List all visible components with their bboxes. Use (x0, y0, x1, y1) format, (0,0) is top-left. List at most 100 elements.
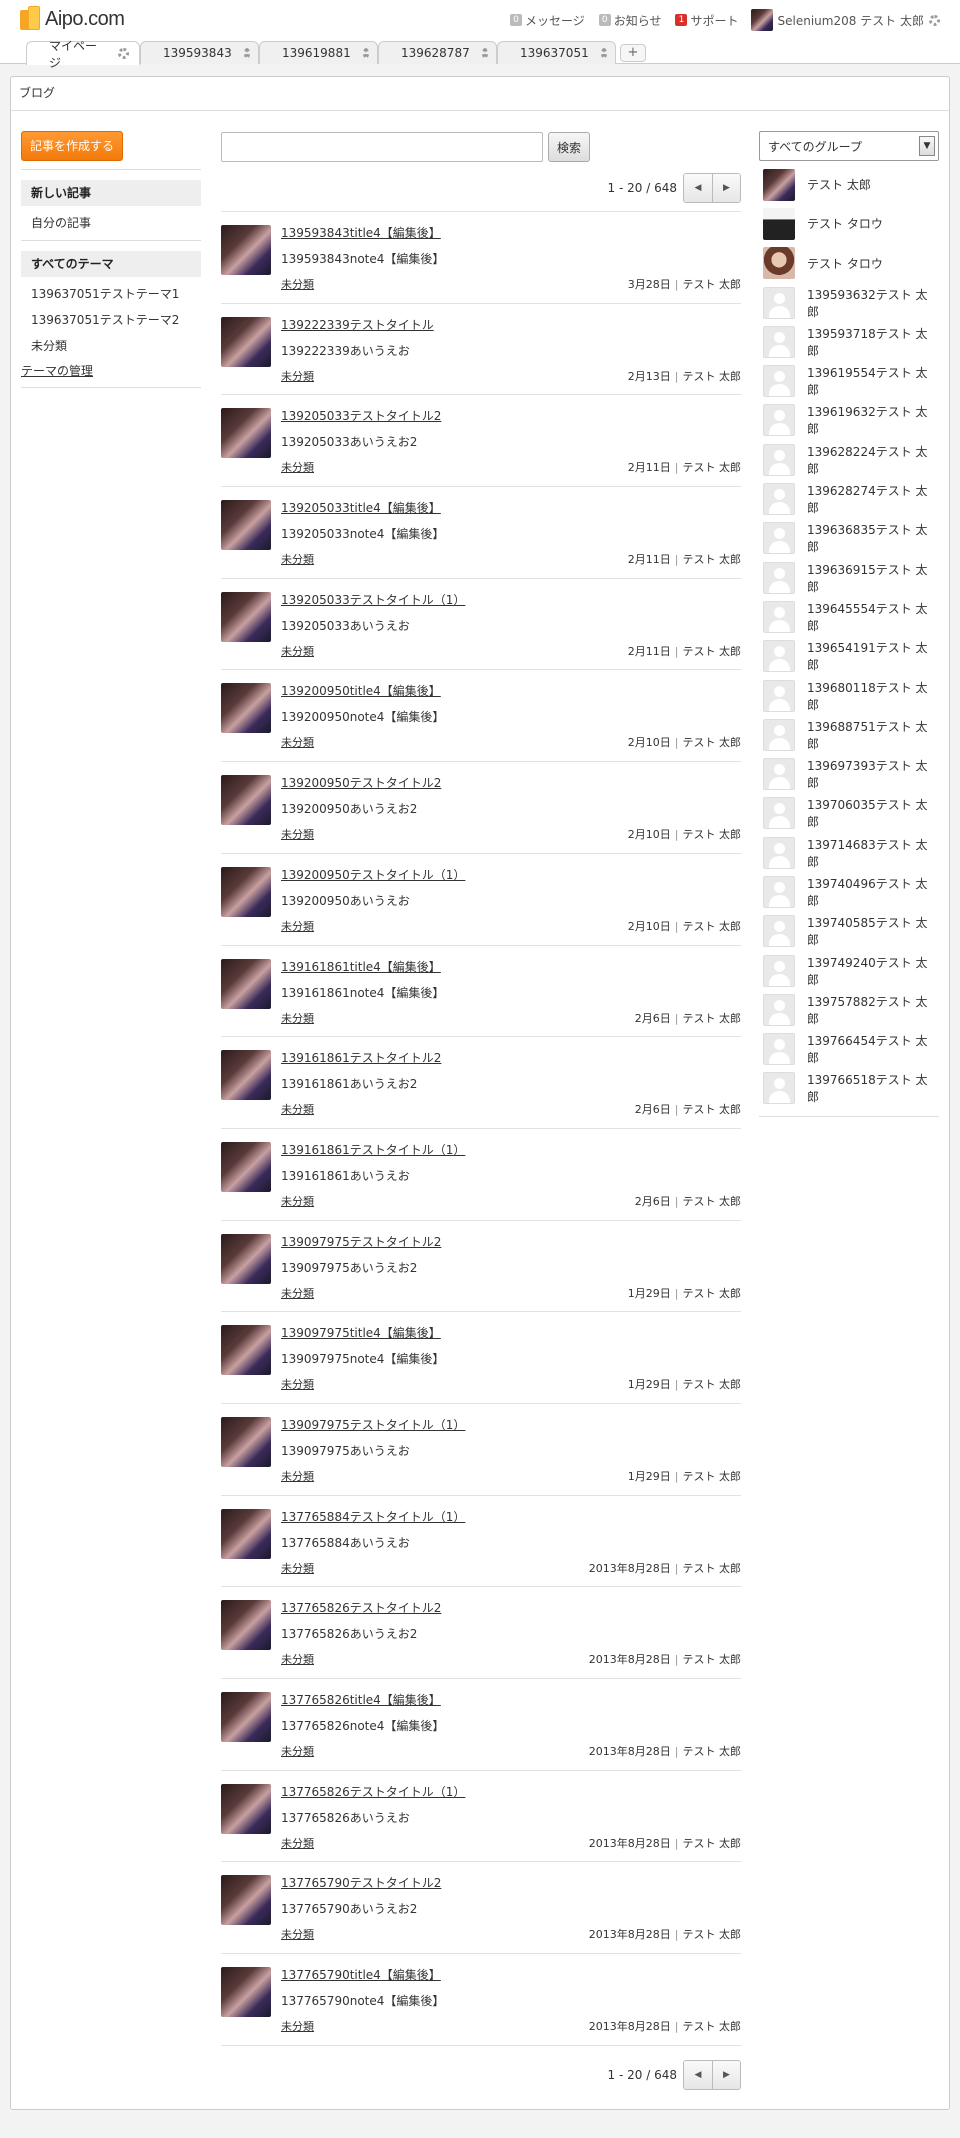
tab-gear-icon[interactable] (600, 47, 607, 59)
post-theme-link[interactable]: 未分類 (281, 1468, 314, 1484)
member-item[interactable]: 139740496テスト 太郎 (759, 872, 939, 911)
member-item[interactable]: 139628274テスト 太郎 (759, 479, 939, 518)
post-theme-link[interactable]: 未分類 (281, 551, 314, 567)
post-theme-link[interactable]: 未分類 (281, 1926, 314, 1942)
member-item[interactable]: テスト タロウ (759, 204, 939, 243)
post-title-link[interactable]: 137765826テストタイトル（1） (281, 1783, 465, 1800)
post-author-avatar[interactable] (221, 1692, 271, 1742)
tab-gear-icon[interactable] (118, 48, 129, 59)
member-item[interactable]: 139645554テスト 太郎 (759, 597, 939, 636)
member-item[interactable]: 139740585テスト 太郎 (759, 912, 939, 951)
group-select[interactable]: すべてのグループ ▼ (759, 131, 939, 161)
post-theme-link[interactable]: 未分類 (281, 1285, 314, 1301)
post-theme-link[interactable]: 未分類 (281, 826, 314, 842)
member-item[interactable]: 139680118テスト 太郎 (759, 676, 939, 715)
notices-link[interactable]: 0 お知らせ (598, 12, 661, 29)
manage-themes-link[interactable]: テーマの管理 (21, 359, 201, 383)
post-author-avatar[interactable] (221, 316, 271, 367)
post-title-link[interactable]: 139161861title4【編集後】 (281, 958, 441, 975)
post-author-avatar[interactable] (221, 1875, 271, 1926)
prev-page-button[interactable]: ◀ (684, 174, 712, 202)
post-title-link[interactable]: 137765790テストタイトル2 (281, 1874, 441, 1891)
prev-page-button[interactable]: ◀ (684, 2060, 712, 2089)
sidebar-item-new-posts[interactable]: 新しい記事 (21, 180, 201, 206)
next-page-button[interactable]: ▶ (712, 174, 740, 202)
member-item[interactable]: 139636835テスト 太郎 (759, 519, 939, 558)
post-title-link[interactable]: 139097975テストタイトル（1） (281, 1416, 465, 1433)
post-theme-link[interactable]: 未分類 (281, 1376, 314, 1392)
sidebar-item-my-posts[interactable]: 自分の記事 (21, 210, 201, 236)
post-author-avatar[interactable] (221, 866, 271, 917)
post-theme-link[interactable]: 未分類 (281, 1560, 314, 1576)
post-theme-link[interactable]: 未分類 (281, 459, 314, 475)
post-author-avatar[interactable] (221, 1967, 271, 2018)
tab-139619881[interactable]: 139619881 (259, 41, 378, 64)
post-theme-link[interactable]: 未分類 (281, 1101, 314, 1117)
post-author-avatar[interactable] (221, 1050, 271, 1101)
member-item[interactable]: テスト タロウ (759, 244, 939, 283)
post-author-avatar[interactable] (221, 225, 271, 275)
user-menu[interactable]: Selenium208 テスト 太郎 (750, 9, 940, 31)
search-input[interactable] (221, 132, 543, 162)
tab-139637051[interactable]: 139637051 (497, 41, 616, 64)
post-author-avatar[interactable] (221, 1783, 271, 1834)
post-author-avatar[interactable] (221, 591, 271, 642)
member-item[interactable]: 139636915テスト 太郎 (759, 558, 939, 597)
post-author-avatar[interactable] (221, 1141, 271, 1192)
tab-mypage[interactable]: マイページ (26, 39, 140, 70)
post-theme-link[interactable]: 未分類 (281, 1010, 314, 1026)
member-item[interactable]: 139619632テスト 太郎 (759, 401, 939, 440)
tab-139628787[interactable]: 139628787 (378, 41, 497, 64)
post-theme-link[interactable]: 未分類 (281, 734, 314, 750)
post-author-avatar[interactable] (221, 1325, 271, 1376)
post-title-link[interactable]: 139205033title4【編集後】 (281, 499, 441, 516)
post-author-avatar[interactable] (221, 408, 271, 459)
tab-139593843[interactable]: 139593843 (140, 41, 259, 64)
post-author-avatar[interactable] (221, 1508, 271, 1559)
tab-gear-icon[interactable] (243, 47, 250, 59)
sidebar-item-all-themes[interactable]: すべてのテーマ (21, 251, 201, 277)
member-item[interactable]: 139749240テスト 太郎 (759, 951, 939, 990)
member-item[interactable]: テスト 太郎 (759, 165, 939, 204)
post-title-link[interactable]: 139200950テストタイトル2 (281, 774, 441, 791)
post-title-link[interactable]: 139200950テストタイトル（1） (281, 866, 465, 883)
post-title-link[interactable]: 139205033テストタイトル（1） (281, 591, 465, 608)
post-theme-link[interactable]: 未分類 (281, 276, 314, 292)
member-item[interactable]: 139593718テスト 太郎 (759, 322, 939, 361)
member-item[interactable]: 139593632テスト 太郎 (759, 283, 939, 322)
post-author-avatar[interactable] (221, 1233, 271, 1284)
post-author-avatar[interactable] (221, 500, 271, 551)
member-item[interactable]: 139654191テスト 太郎 (759, 637, 939, 676)
post-title-link[interactable]: 139161861テストタイトル2 (281, 1049, 441, 1066)
post-theme-link[interactable]: 未分類 (281, 1651, 314, 1667)
post-author-avatar[interactable] (221, 958, 271, 1009)
aipo-logo[interactable]: Aipo.com (20, 6, 125, 32)
post-title-link[interactable]: 137765884テストタイトル（1） (281, 1508, 465, 1525)
post-theme-link[interactable]: 未分類 (281, 1193, 314, 1209)
post-title-link[interactable]: 139593843title4【編集後】 (281, 224, 441, 241)
create-post-button[interactable]: 記事を作成する (21, 131, 123, 161)
support-link[interactable]: 1 サポート (675, 12, 739, 29)
next-page-button[interactable]: ▶ (712, 2060, 740, 2089)
post-title-link[interactable]: 137765826テストタイトル2 (281, 1599, 441, 1616)
post-theme-link[interactable]: 未分類 (281, 2018, 314, 2034)
member-item[interactable]: 139757882テスト 太郎 (759, 990, 939, 1029)
messages-link[interactable]: 0 メッセージ (509, 12, 585, 29)
member-item[interactable]: 139766518テスト 太郎 (759, 1069, 939, 1108)
post-theme-link[interactable]: 未分類 (281, 368, 314, 384)
member-item[interactable]: 139766454テスト 太郎 (759, 1030, 939, 1069)
post-theme-link[interactable]: 未分類 (281, 918, 314, 934)
member-item[interactable]: 139714683テスト 太郎 (759, 833, 939, 872)
post-title-link[interactable]: 137765790title4【編集後】 (281, 1966, 441, 1983)
post-author-avatar[interactable] (221, 775, 271, 826)
user-settings-gear-icon[interactable] (929, 14, 940, 26)
post-title-link[interactable]: 139097975テストタイトル2 (281, 1233, 441, 1250)
post-title-link[interactable]: 139205033テストタイトル2 (281, 407, 441, 424)
search-button[interactable]: 検索 (548, 132, 590, 162)
member-item[interactable]: 139619554テスト 太郎 (759, 361, 939, 400)
post-author-avatar[interactable] (221, 1600, 271, 1651)
sidebar-item-theme[interactable]: 139637051テストテーマ2 (21, 307, 201, 333)
post-author-avatar[interactable] (221, 1416, 271, 1467)
add-tab-button[interactable]: + (620, 44, 646, 62)
post-title-link[interactable]: 139222339テストタイトル (281, 316, 434, 333)
